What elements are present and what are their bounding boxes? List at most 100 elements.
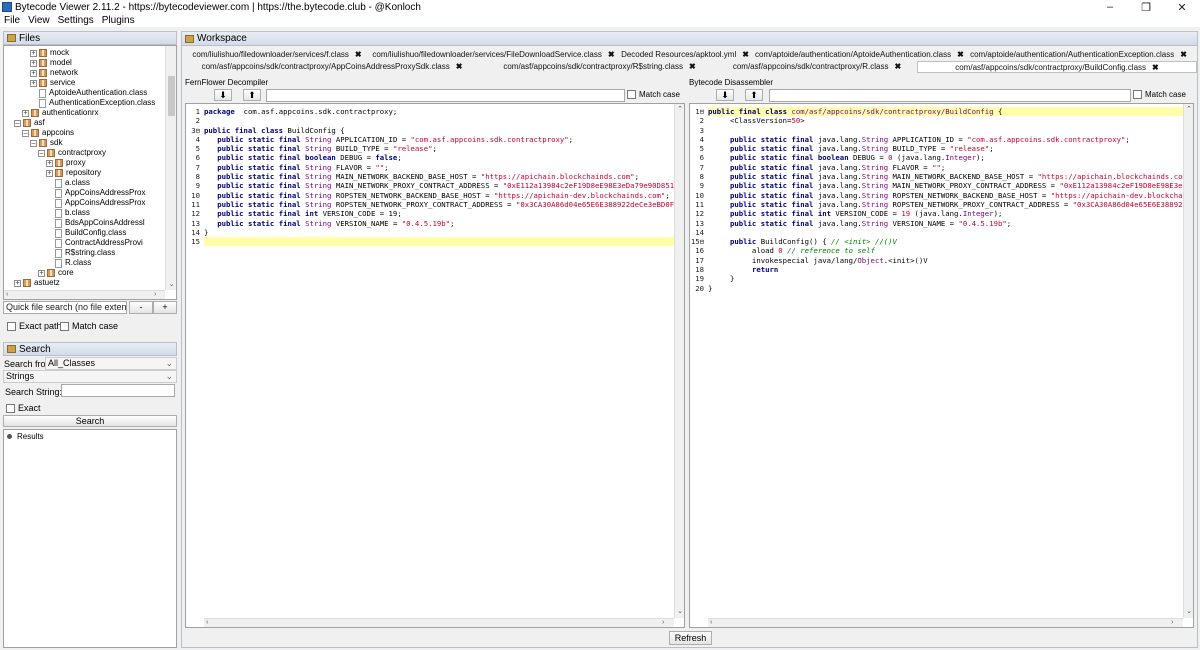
search-type-select[interactable]: Strings ⌄ xyxy=(3,370,177,383)
search-button[interactable]: Search xyxy=(3,415,177,427)
scroll-right-arrow-icon[interactable]: › xyxy=(154,291,156,298)
right-horizontal-scrollbar[interactable]: ‹ › xyxy=(708,618,1183,627)
right-code-editor[interactable]: 1⊟ 2 3 4 5 6 7 8 9 10 11 12 13 14 15⊟ 16 17 18 19 20 public… xyxy=(689,103,1194,628)
collapse-toggle-icon[interactable]: – xyxy=(22,129,29,137)
left-code-area[interactable]: package com.asf.appcoins.sdk.contractpro… xyxy=(204,107,684,247)
scroll-right-arrow-icon[interactable]: › xyxy=(1171,619,1173,626)
left-match-case-checkbox[interactable] xyxy=(627,90,636,100)
tree-node[interactable]: ContractAddressProvi xyxy=(46,238,143,248)
tree-node[interactable]: AuthenticationException.class xyxy=(30,98,155,108)
maximize-button[interactable]: ❐ xyxy=(1128,1,1164,14)
menu-view[interactable]: View xyxy=(24,15,54,26)
tab-active[interactable]: com/asf/appcoins/sdk/contractproxy/Build… xyxy=(917,61,1197,73)
scroll-up-arrow-icon[interactable]: ⌃ xyxy=(1184,105,1193,113)
menu-plugins[interactable]: Plugins xyxy=(98,15,139,26)
right-vertical-scrollbar[interactable]: ⌃ ⌄ xyxy=(1183,104,1193,618)
tree-node[interactable]: a.class xyxy=(46,178,90,188)
tab[interactable]: Decoded Resources/apktool.yml ✖ xyxy=(615,49,755,61)
tree-vertical-scrollbar[interactable]: ⌄ xyxy=(165,46,176,290)
expand-toggle-icon[interactable]: + xyxy=(46,169,53,177)
tab[interactable]: com/liulishuo/filedownloader/services/f.… xyxy=(182,49,372,61)
scroll-right-arrow-icon[interactable]: › xyxy=(662,619,664,626)
menu-file[interactable]: File xyxy=(0,15,24,26)
expand-button[interactable]: + xyxy=(153,301,177,314)
scroll-down-arrow-icon[interactable]: ⌄ xyxy=(675,607,684,615)
tree-node[interactable]: + authenticationrx xyxy=(22,108,98,118)
tree-node[interactable]: R$string.class xyxy=(46,248,115,258)
tree-node[interactable]: + repository xyxy=(46,168,101,178)
tree-scroll-thumb[interactable] xyxy=(168,76,175,116)
tree-node[interactable]: – appcoins xyxy=(22,128,74,138)
scroll-left-arrow-icon[interactable]: ‹ xyxy=(710,619,712,626)
tab-close-icon[interactable]: ✖ xyxy=(608,50,615,59)
tab-close-icon[interactable]: ✖ xyxy=(689,62,696,71)
expand-toggle-icon[interactable]: + xyxy=(14,279,21,287)
tab[interactable]: com/aptoide/authentication/AptoideAuthen… xyxy=(755,49,964,61)
download-icon[interactable]: ⬇ xyxy=(716,89,734,101)
tab[interactable]: com/asf/appcoins/sdk/contractproxy/AppCo… xyxy=(182,61,482,73)
scroll-left-arrow-icon[interactable]: ‹ xyxy=(6,291,8,298)
tab-close-icon[interactable]: ✖ xyxy=(456,62,463,71)
tree-node[interactable]: AppCoinsAddressProx xyxy=(46,188,145,198)
collapse-button[interactable]: - xyxy=(129,301,153,314)
menu-settings[interactable]: Settings xyxy=(54,15,98,26)
tree-node[interactable]: + service xyxy=(30,78,75,88)
tab[interactable]: com/aptoide/authentication/Authenticatio… xyxy=(960,49,1197,61)
expand-toggle-icon[interactable]: + xyxy=(30,49,37,57)
close-button[interactable]: ✕ xyxy=(1164,1,1200,14)
collapse-toggle-icon[interactable]: – xyxy=(30,139,37,147)
scroll-up-arrow-icon[interactable]: ⌃ xyxy=(675,105,684,113)
left-vertical-scrollbar[interactable]: ⌃ ⌄ xyxy=(674,104,684,618)
tab-close-icon[interactable]: ✖ xyxy=(1152,63,1159,72)
tree-node[interactable]: + core xyxy=(38,268,74,278)
tree-node[interactable]: – sdk xyxy=(30,138,62,148)
scroll-down-arrow-icon[interactable]: ⌄ xyxy=(1184,607,1193,615)
right-match-case[interactable]: Match case xyxy=(1133,90,1186,100)
upload-icon[interactable]: ⬆ xyxy=(243,89,261,101)
right-find-input[interactable] xyxy=(769,89,1131,102)
exact-checkbox[interactable] xyxy=(6,403,15,413)
tab[interactable]: com/asf/appcoins/sdk/contractproxy/R$str… xyxy=(482,61,717,73)
tree-node[interactable]: + astuetz xyxy=(14,278,60,288)
tree-node[interactable]: BdsAppCoinsAddressl xyxy=(46,218,145,228)
tree-node[interactable]: + proxy xyxy=(46,158,86,168)
refresh-button[interactable]: Refresh xyxy=(669,631,712,645)
scroll-left-arrow-icon[interactable]: ‹ xyxy=(206,619,208,626)
upload-icon[interactable]: ⬆ xyxy=(745,89,763,101)
minimize-button[interactable]: – xyxy=(1092,1,1128,13)
quick-file-search-input[interactable]: Quick file search (no file extension) xyxy=(3,301,127,314)
left-code-editor[interactable]: 1 2 3⊟ 4 5 6 7 8 9 10 11 12 13 14 15 package com.asf.a… xyxy=(185,103,685,628)
tree-node[interactable]: – contractproxy xyxy=(38,148,106,158)
left-match-case[interactable]: Match case xyxy=(627,90,680,100)
left-horizontal-scrollbar[interactable]: ‹ › xyxy=(204,618,674,627)
expand-toggle-icon[interactable]: + xyxy=(30,59,37,67)
file-tree[interactable]: + mock + model + network + service AptoideAuthen… xyxy=(3,45,177,300)
download-icon[interactable]: ⬇ xyxy=(214,89,232,101)
expand-toggle-icon[interactable]: + xyxy=(46,159,53,167)
tree-node[interactable]: + mock xyxy=(30,48,69,58)
right-code-area[interactable]: public final class com/asf/appcoins/sdk/… xyxy=(708,107,1193,293)
right-match-case-checkbox[interactable] xyxy=(1133,90,1142,100)
tab-close-icon[interactable]: ✖ xyxy=(742,50,749,59)
left-find-input[interactable] xyxy=(266,89,625,102)
collapse-toggle-icon[interactable]: – xyxy=(38,149,45,157)
tree-node[interactable]: AptoideAuthentication.class xyxy=(30,88,147,98)
tab-close-icon[interactable]: ✖ xyxy=(1180,50,1187,59)
tab-close-icon[interactable]: ✖ xyxy=(355,50,362,59)
expand-toggle-icon[interactable]: + xyxy=(30,79,37,87)
tab[interactable]: com/asf/appcoins/sdk/contractproxy/R.cla… xyxy=(717,61,917,73)
expand-toggle-icon[interactable]: + xyxy=(22,109,29,117)
scroll-down-arrow-icon[interactable]: ⌄ xyxy=(166,280,176,288)
exact-path-checkbox[interactable] xyxy=(7,321,16,331)
search-string-input[interactable] xyxy=(61,384,175,397)
exact-path-option[interactable]: Exact path xyxy=(7,320,62,332)
tree-node[interactable]: AppCoinsAddressProx xyxy=(46,198,145,208)
tab-close-icon[interactable]: ✖ xyxy=(894,62,901,71)
tree-node[interactable]: – asf xyxy=(14,118,45,128)
results-root[interactable]: Results xyxy=(7,432,44,441)
exact-option[interactable]: Exact xyxy=(6,402,41,414)
tree-node[interactable]: b.class xyxy=(46,208,90,218)
tab[interactable]: com/liulishuo/filedownloader/services/Fi… xyxy=(372,49,615,61)
results-tree[interactable]: Results xyxy=(3,429,177,648)
collapse-toggle-icon[interactable]: – xyxy=(14,119,21,127)
